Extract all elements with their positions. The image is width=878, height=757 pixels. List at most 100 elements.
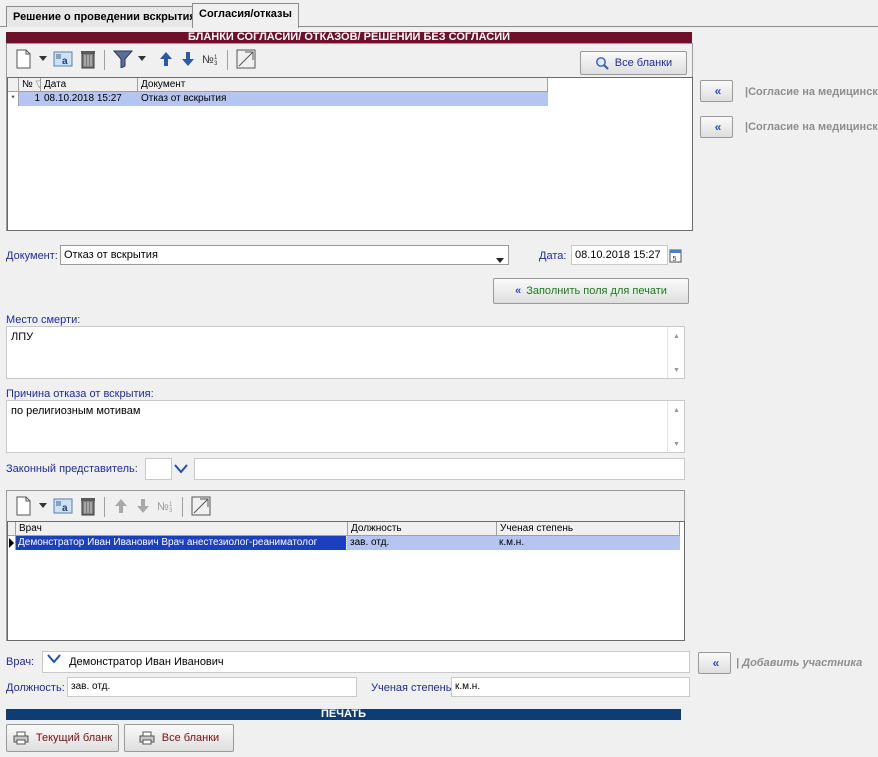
side-label: |Согласие на медицинск	[745, 86, 878, 98]
doctors-toolbar: a № 1 3	[7, 495, 267, 519]
legal-rep-name-field[interactable]	[194, 458, 685, 480]
add-participant-button[interactable]: «	[698, 652, 731, 674]
table-row[interactable]: 1 08.10.2018 15:27 Отказ от вскрытия	[19, 92, 548, 106]
filter-icon[interactable]	[110, 48, 136, 70]
refusal-reason-value: по религиозным мотивам	[11, 405, 141, 417]
table-row[interactable]: Демонстратор Иван Иванович Врач анестези…	[16, 536, 680, 550]
toolbar-separator	[227, 50, 228, 70]
move-consent-button[interactable]: «	[700, 116, 733, 138]
date-input[interactable]: 08.10.2018 15:27	[571, 245, 668, 265]
column-header-position[interactable]: Должность	[348, 522, 497, 536]
move-up-icon[interactable]	[110, 495, 132, 517]
doctor-value: Демонстратор Иван Иванович	[69, 656, 224, 668]
position-label: Должность:	[6, 682, 65, 694]
death-place-label: Место смерти:	[6, 314, 81, 326]
chevron-down-icon[interactable]	[136, 48, 148, 70]
row-date: 08.10.2018 15:27	[44, 93, 122, 104]
consent-forms-panel: a №13 Все бланки № ▽	[6, 43, 693, 231]
death-place-value: ЛПУ	[11, 331, 34, 343]
svg-text:№: №	[157, 501, 169, 513]
all-forms-label: Все бланки	[614, 57, 673, 69]
degree-label: Ученая степень:	[371, 682, 455, 694]
tab-bar: Решение о проведении вскрытия Согласия/о…	[0, 0, 878, 28]
tab-consents-refusals[interactable]: Согласия/отказы	[192, 3, 299, 28]
print-all-forms-label: Все бланки	[161, 732, 220, 744]
column-header-doctor[interactable]: Врач	[16, 522, 348, 536]
degree-input[interactable]: к.м.н.	[451, 677, 690, 697]
numbering-icon[interactable]: № 1 3	[154, 495, 178, 517]
toolbar-separator	[182, 497, 183, 517]
row-indicator-header	[8, 522, 16, 536]
print-current-form-label: Текущий бланк	[35, 732, 113, 744]
tab-autopsy-decision[interactable]: Решение о проведении вскрытия	[6, 6, 203, 27]
consent-forms-header: БЛАНКИ СОГЛАСИЙ/ ОТКАЗОВ/ РЕШЕНИЙ БЕЗ СО…	[6, 32, 692, 43]
consent-forms-grid: № ▽ Дата Документ * 1 08.10.2018 15:27 О…	[7, 77, 693, 231]
add-participant-label: | Добавить участника	[736, 657, 863, 669]
toolbar-separator	[104, 497, 105, 517]
row-doctor: Демонстратор Иван Иванович Врач анестези…	[16, 536, 347, 550]
printer-icon	[13, 731, 29, 745]
column-header-degree[interactable]: Ученая степень	[497, 522, 680, 536]
resize-columns-icon[interactable]	[188, 495, 214, 517]
chevron-down-icon[interactable]	[173, 463, 189, 478]
resize-columns-icon[interactable]	[233, 48, 259, 70]
consent-toolbar: a № 1 3	[7, 48, 567, 72]
all-forms-button[interactable]: Все бланки	[580, 51, 687, 75]
column-header-document[interactable]: Документ	[138, 78, 548, 92]
new-document-icon[interactable]	[9, 48, 37, 70]
side-label: |Согласие на медицинск	[745, 121, 878, 133]
svg-text:a: a	[62, 56, 68, 67]
svg-text:3: 3	[214, 61, 218, 67]
legal-rep-label: Законный представитель:	[6, 463, 138, 475]
move-up-icon[interactable]	[155, 48, 177, 70]
edit-field-icon[interactable]: a	[51, 495, 75, 517]
row-document: Отказ от вскрытия	[141, 93, 227, 104]
double-left-arrow-icon: «	[515, 285, 521, 297]
svg-text:a: a	[62, 503, 68, 514]
print-all-forms-button[interactable]: Все бланки	[124, 724, 234, 752]
chevron-down-icon[interactable]	[496, 252, 504, 264]
document-label: Документ:	[6, 250, 58, 262]
position-input[interactable]: зав. отд.	[67, 677, 357, 697]
trash-icon[interactable]	[77, 495, 99, 517]
doctors-grid: Врач Должность Ученая степень Демонстрат…	[7, 521, 685, 641]
row-indicator: *	[8, 92, 19, 106]
scrollbar[interactable]: ▲ ▼	[667, 401, 684, 452]
move-down-icon[interactable]	[132, 495, 154, 517]
double-left-arrow-icon: «	[712, 656, 719, 670]
trash-icon[interactable]	[77, 48, 99, 70]
chevron-down-icon[interactable]	[37, 48, 49, 70]
doctor-label: Врач:	[6, 656, 35, 668]
legal-rep-input[interactable]	[145, 458, 172, 480]
move-consent-button[interactable]: «	[700, 80, 733, 102]
svg-text:5: 5	[673, 256, 677, 263]
scrollbar[interactable]: ▲ ▼	[667, 327, 684, 378]
refusal-reason-label: Причина отказа от вскрытия:	[6, 388, 154, 400]
double-left-arrow-icon: «	[714, 120, 721, 134]
new-document-icon[interactable]	[9, 495, 37, 517]
row-indicator	[8, 536, 16, 550]
edit-field-icon[interactable]: a	[51, 48, 75, 70]
refusal-reason-input[interactable]: по религиозным мотивам ▲ ▼	[6, 400, 685, 453]
column-header-date[interactable]: Дата	[41, 78, 138, 92]
numbering-icon[interactable]: № 1 3	[199, 48, 223, 70]
row-degree: к.м.н.	[499, 537, 525, 548]
death-place-input[interactable]: ЛПУ ▲ ▼	[6, 326, 685, 379]
fill-print-fields-label: Заполнить поля для печати	[526, 285, 667, 297]
column-header-number[interactable]: № ▽	[19, 78, 41, 92]
print-current-form-button[interactable]: Текущий бланк	[6, 724, 119, 752]
chevron-down-icon[interactable]	[46, 652, 62, 672]
doctor-select[interactable]: Демонстратор Иван Иванович	[42, 651, 690, 673]
move-down-icon[interactable]	[177, 48, 199, 70]
svg-text:3: 3	[169, 508, 173, 514]
fill-print-fields-button[interactable]: « Заполнить поля для печати	[493, 278, 689, 304]
row-position: зав. отд.	[350, 537, 390, 548]
double-left-arrow-icon: «	[714, 84, 721, 98]
row-indicator-header	[8, 78, 19, 92]
document-select[interactable]: Отказ от вскрытия	[60, 245, 509, 265]
print-header: ПЕЧАТЬ	[6, 709, 681, 720]
calendar-icon[interactable]: 5	[669, 249, 682, 266]
document-value: Отказ от вскрытия	[64, 249, 158, 261]
chevron-down-icon[interactable]	[37, 495, 49, 517]
date-label: Дата:	[539, 250, 567, 262]
